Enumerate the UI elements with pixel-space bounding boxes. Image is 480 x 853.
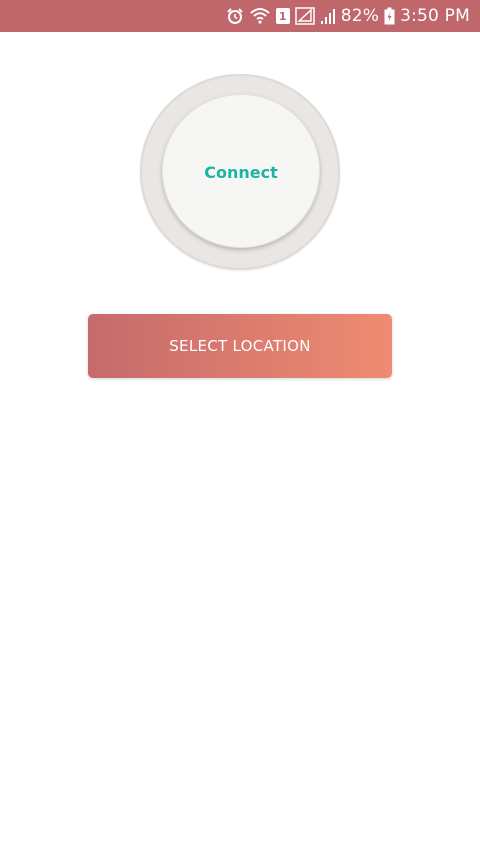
connect-button[interactable]: Connect [162,94,320,248]
signal-lte-icon [294,6,315,26]
clock: 3:50 PM [400,6,470,26]
select-location-button[interactable]: SELECT LOCATION [88,314,392,378]
battery-charging-icon [384,6,395,26]
sim-icon: 1 [275,6,290,26]
status-bar: 1 82% 3:50 PM [0,0,480,32]
alarm-icon [226,6,244,26]
signal-icon [320,6,336,26]
battery-percent: 82% [340,6,380,26]
wifi-icon [249,6,271,26]
connect-label: Connect [204,162,278,182]
sim-badge: 1 [275,8,290,24]
select-location-label: SELECT LOCATION [169,337,311,355]
